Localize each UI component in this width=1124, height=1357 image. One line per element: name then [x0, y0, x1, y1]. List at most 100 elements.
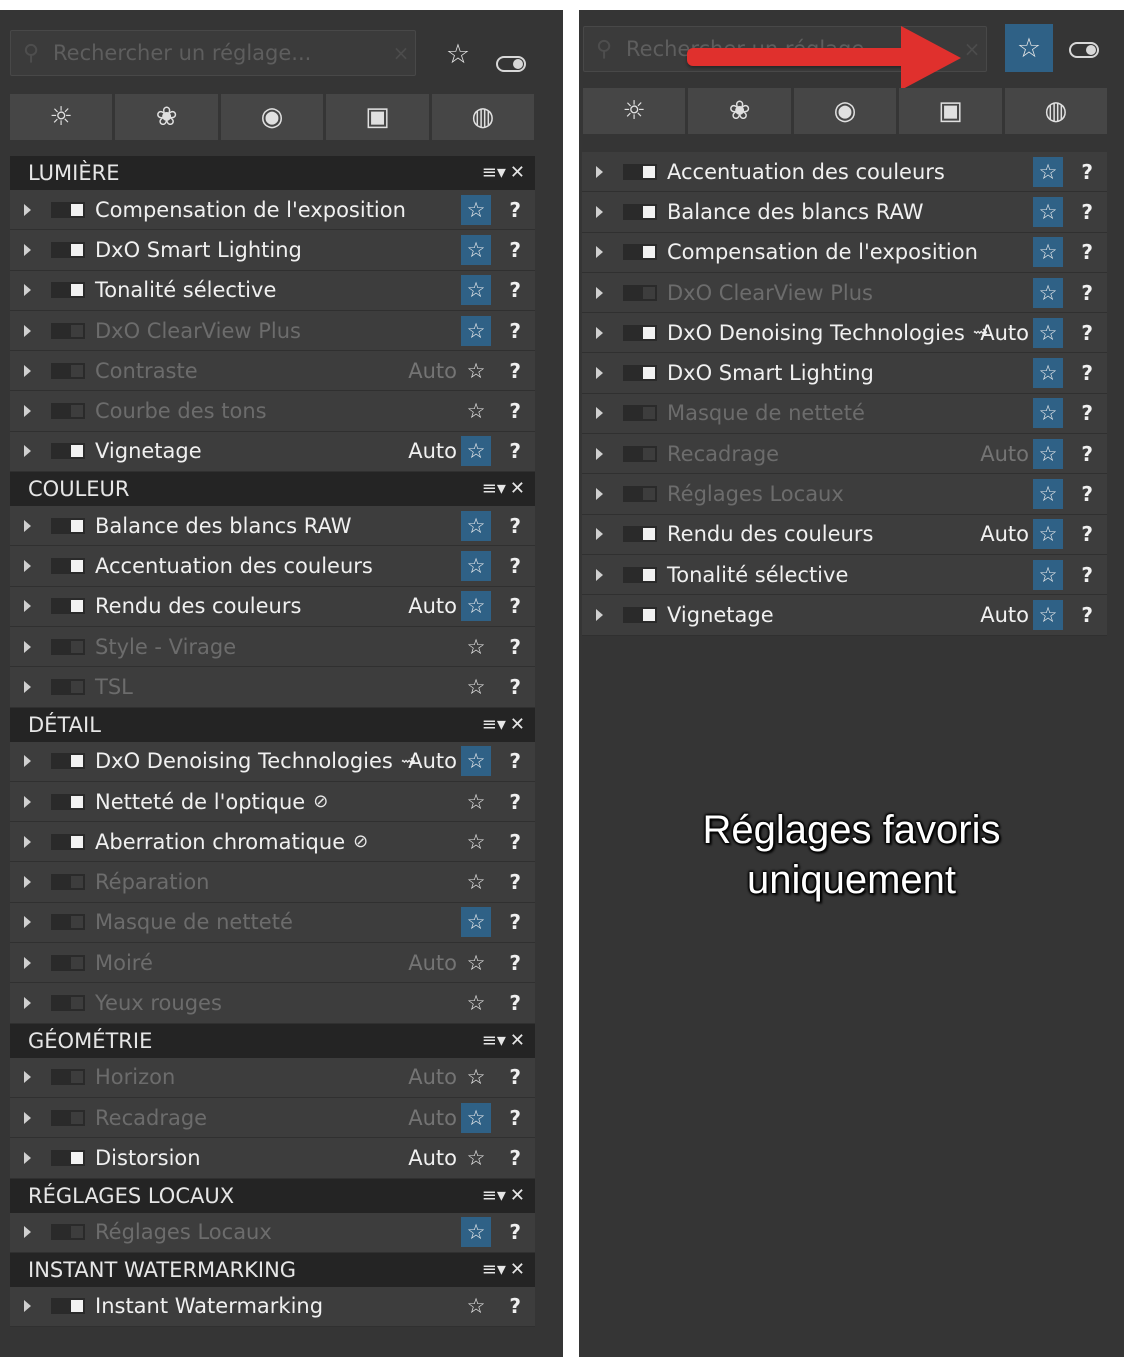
help-icon[interactable]: ? [509, 554, 521, 578]
help-icon[interactable]: ? [509, 359, 521, 383]
help-icon[interactable]: ? [509, 830, 521, 854]
setting-row[interactable]: Instant Watermarking ☆? [10, 1286, 535, 1328]
help-icon[interactable]: ? [509, 198, 521, 222]
setting-row[interactable]: DxO Denoising Technologies ⇝ Auto ☆? [582, 313, 1107, 354]
expand-caret-icon[interactable] [24, 364, 31, 377]
favorite-star-icon[interactable]: ☆ [461, 1102, 491, 1133]
enable-switch[interactable] [51, 443, 85, 460]
favorite-star-icon[interactable]: ☆ [1033, 237, 1063, 268]
section-close-icon[interactable]: ✕ [510, 714, 525, 735]
clear-icon[interactable]: × [387, 41, 415, 65]
expand-caret-icon[interactable] [24, 640, 31, 653]
setting-row[interactable]: Tonalité sélective ☆? [10, 270, 535, 311]
section-header[interactable]: DÉTAIL ≡▾ ✕ [10, 707, 535, 742]
auto-label[interactable]: Auto [980, 442, 1029, 466]
favorite-star-icon[interactable]: ☆ [461, 396, 491, 426]
help-icon[interactable]: ? [509, 675, 521, 699]
favorite-star-icon[interactable]: ☆ [461, 275, 491, 306]
enable-switch[interactable] [51, 517, 85, 534]
enable-switch[interactable] [623, 284, 657, 301]
expand-caret-icon[interactable] [596, 407, 603, 420]
favorite-star-icon[interactable]: ☆ [461, 315, 491, 346]
section-menu-icon[interactable]: ≡▾ [482, 478, 506, 499]
help-icon[interactable]: ? [509, 635, 521, 659]
section-header[interactable]: INSTANT WATERMARKING ≡▾ ✕ [10, 1252, 535, 1287]
help-icon[interactable]: ? [1081, 200, 1093, 224]
expand-caret-icon[interactable] [24, 755, 31, 768]
favorite-star-icon[interactable]: ☆ [461, 194, 491, 225]
enable-switch[interactable] [623, 566, 657, 583]
auto-label[interactable]: Auto [980, 522, 1029, 546]
favorite-star-icon[interactable]: ☆ [1033, 277, 1063, 308]
enable-switch[interactable] [51, 914, 85, 931]
help-icon[interactable]: ? [509, 951, 521, 975]
expand-caret-icon[interactable] [596, 488, 603, 501]
enable-switch[interactable] [51, 793, 85, 810]
section-menu-icon[interactable]: ≡▾ [482, 1030, 506, 1051]
toggle-icon[interactable] [1069, 42, 1099, 58]
setting-row[interactable]: Balance des blancs RAW ☆? [582, 192, 1107, 233]
help-icon[interactable]: ? [509, 1220, 521, 1244]
help-icon[interactable]: ? [509, 1106, 521, 1130]
setting-row[interactable]: Yeux rouges ☆? [10, 983, 535, 1024]
expand-caret-icon[interactable] [596, 326, 603, 339]
expand-caret-icon[interactable] [24, 876, 31, 889]
help-icon[interactable]: ? [509, 1065, 521, 1089]
enable-switch[interactable] [51, 282, 85, 299]
favorite-star-icon[interactable]: ☆ [461, 1143, 491, 1173]
expand-caret-icon[interactable] [596, 165, 603, 178]
tab-detail-icon[interactable]: ◉ [220, 94, 324, 140]
section-menu-icon[interactable]: ≡▾ [482, 1259, 506, 1280]
enable-switch[interactable] [623, 606, 657, 623]
section-menu-icon[interactable]: ≡▾ [482, 1185, 506, 1206]
expand-caret-icon[interactable] [24, 1111, 31, 1124]
expand-caret-icon[interactable] [24, 560, 31, 573]
help-icon[interactable]: ? [1081, 603, 1093, 627]
help-icon[interactable]: ? [1081, 482, 1093, 506]
expand-caret-icon[interactable] [24, 445, 31, 458]
favorite-star-icon[interactable]: ☆ [461, 551, 491, 582]
favorite-star-icon[interactable]: ☆ [1033, 317, 1063, 348]
help-icon[interactable]: ? [509, 594, 521, 618]
help-icon[interactable]: ? [509, 910, 521, 934]
expand-caret-icon[interactable] [24, 680, 31, 693]
setting-row[interactable]: Recadrage Auto ☆? [582, 434, 1107, 475]
expand-caret-icon[interactable] [24, 835, 31, 848]
enable-switch[interactable] [51, 638, 85, 655]
favorite-star-icon[interactable]: ☆ [461, 632, 491, 662]
help-icon[interactable]: ? [509, 439, 521, 463]
favorite-star-icon[interactable]: ☆ [461, 787, 491, 817]
enable-switch[interactable] [51, 954, 85, 971]
setting-row[interactable]: Aberration chromatique ⊘ ☆? [10, 822, 535, 863]
setting-row[interactable]: Courbe des tons ☆? [10, 391, 535, 432]
expand-caret-icon[interactable] [596, 568, 603, 581]
favorites-filter-button[interactable]: ☆ [434, 30, 482, 78]
favorite-star-icon[interactable]: ☆ [461, 827, 491, 857]
auto-label[interactable]: Auto [408, 749, 457, 773]
setting-row[interactable]: Distorsion Auto ☆? [10, 1138, 535, 1179]
favorite-star-icon[interactable]: ☆ [461, 1291, 491, 1321]
expand-caret-icon[interactable] [596, 528, 603, 541]
favorite-star-icon[interactable]: ☆ [461, 948, 491, 978]
tab-light-icon[interactable]: ☼ [10, 94, 113, 140]
search-box[interactable]: ⚲ × [10, 30, 416, 76]
tab-effects-icon[interactable]: ◍ [1004, 88, 1108, 134]
help-icon[interactable]: ? [509, 238, 521, 262]
help-icon[interactable]: ? [1081, 240, 1093, 264]
enable-switch[interactable] [51, 1109, 85, 1126]
tab-light-icon[interactable]: ☼ [583, 88, 686, 134]
enable-switch[interactable] [51, 598, 85, 615]
enable-switch[interactable] [51, 1224, 85, 1241]
section-header[interactable]: GÉOMÉTRIE ≡▾ ✕ [10, 1023, 535, 1058]
tab-color-icon[interactable]: ❀ [688, 88, 791, 134]
expand-caret-icon[interactable] [596, 286, 603, 299]
setting-row[interactable]: Réparation ☆? [10, 862, 535, 903]
enable-switch[interactable] [623, 203, 657, 220]
enable-switch[interactable] [51, 403, 85, 420]
enable-switch[interactable] [623, 405, 657, 422]
favorite-star-icon[interactable]: ☆ [1033, 398, 1063, 429]
enable-switch[interactable] [623, 365, 657, 382]
auto-label[interactable]: Auto [980, 321, 1029, 345]
section-menu-icon[interactable]: ≡▾ [482, 162, 506, 183]
help-icon[interactable]: ? [1081, 321, 1093, 345]
